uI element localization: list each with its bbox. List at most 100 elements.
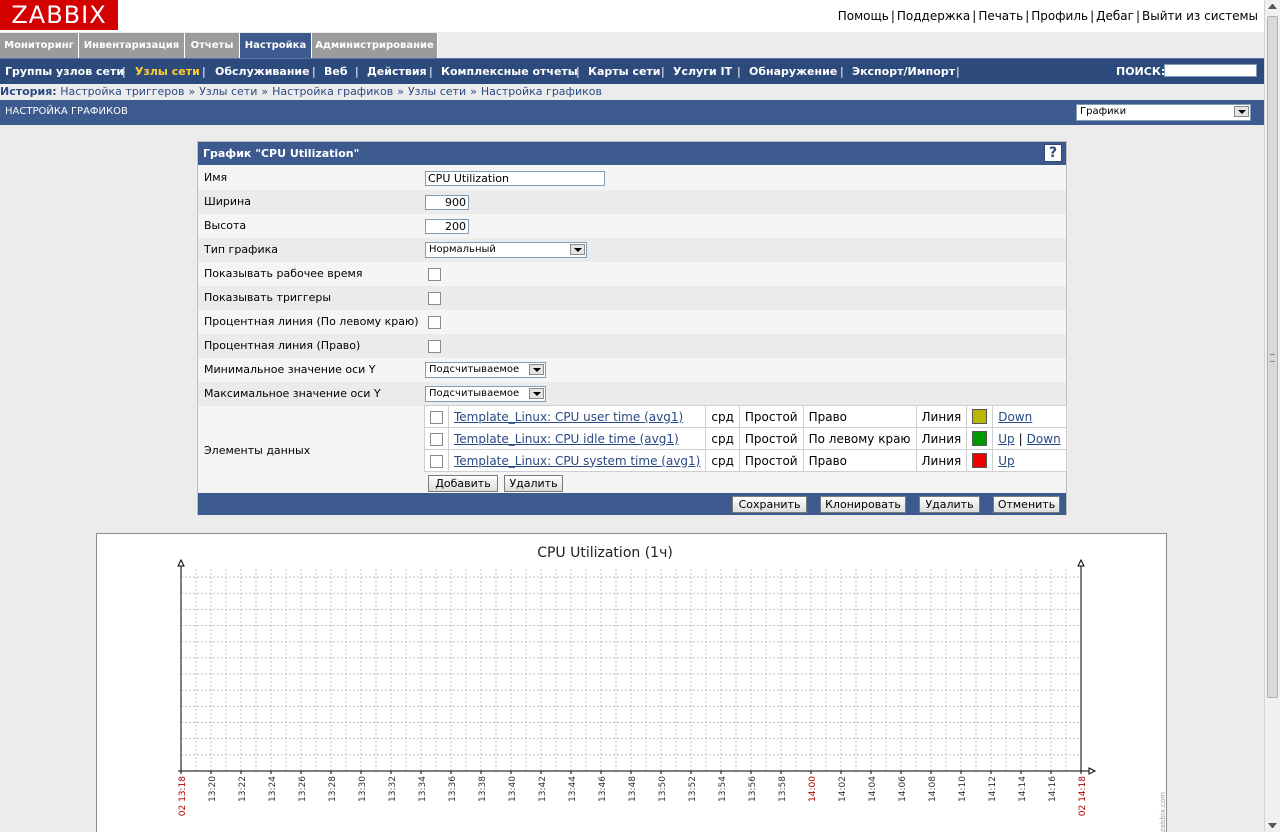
separator: »	[261, 85, 269, 98]
chevron-down-icon[interactable]	[1234, 106, 1249, 117]
move-up-link[interactable]: Up	[998, 432, 1014, 446]
height-field[interactable]: 200	[425, 219, 469, 234]
clone-button[interactable]: Клонировать	[820, 496, 906, 513]
working-time-checkbox[interactable]	[428, 268, 441, 281]
row-ymax: Максимальное значение оси Y Подсчитываем…	[198, 382, 1066, 406]
x-tick-label: 13:58	[778, 776, 788, 802]
chart-x-labels: 02 13:18 13:20 13:22 13:24 13:26 13:28 13:30 13…	[178, 776, 1088, 817]
row-ymin: Минимальное значение оси Y Подсчитываемо…	[198, 358, 1066, 382]
item-checkbox[interactable]	[430, 432, 443, 446]
submenu-actions[interactable]: Действия	[367, 65, 427, 78]
scrollbar-thumb[interactable]	[1267, 16, 1278, 698]
chevron-down-icon[interactable]	[570, 244, 585, 255]
color-swatch[interactable]	[972, 453, 988, 468]
save-button[interactable]: Сохранить	[732, 496, 807, 513]
tab-configuration[interactable]: Настройка	[240, 33, 312, 58]
item-checkbox[interactable]	[430, 454, 443, 468]
percentile-right-checkbox[interactable]	[428, 340, 441, 353]
debug-link[interactable]: Дебаг	[1096, 9, 1134, 23]
profile-link[interactable]: Профиль	[1031, 9, 1088, 23]
x-tick-label: 13:38	[478, 776, 488, 802]
color-swatch[interactable]	[972, 431, 988, 446]
move-up-link[interactable]: Up	[998, 454, 1014, 468]
form-header: График "CPU Utilization" ?	[198, 142, 1066, 165]
header: ZABBIX Помощь | Поддержка | Печать | Профиль | Д…	[0, 0, 1264, 32]
logout-link[interactable]: Выйти из системы	[1142, 9, 1258, 23]
submenu-host-groups[interactable]: Группы узлов сети	[5, 65, 124, 78]
row-name: Имя CPU Utilization	[198, 166, 1066, 190]
history-item[interactable]: Настройка триггеров	[60, 85, 184, 98]
tab-reports[interactable]: Отчеты	[185, 33, 240, 58]
tab-administration[interactable]: Администрирование	[312, 33, 438, 58]
cancel-button[interactable]: Отменить	[993, 496, 1060, 513]
submenu-discovery[interactable]: Обнаружение	[749, 65, 837, 78]
items-label: Элементы данных	[204, 444, 311, 457]
percentile-left-checkbox[interactable]	[428, 316, 441, 329]
item-link[interactable]: Template_Linux: CPU system time (avg1)	[454, 454, 700, 468]
submenu-export-import[interactable]: Экспорт/Импорт	[852, 65, 955, 78]
x-tick-label: 13:54	[718, 776, 728, 802]
x-tick-label: 13:32	[388, 776, 398, 802]
page-title: НАСТРОЙКА ГРАФИКОВ	[5, 106, 128, 117]
item-axis: Право	[802, 405, 917, 428]
submenu-web[interactable]: Веб	[324, 65, 348, 78]
separator: |	[956, 65, 960, 78]
row-percentile-right: Процентная линия (Право)	[198, 334, 1066, 358]
graph-preview: CPU Utilization (1ч) 02 13:18 13:20 13:22 1…	[96, 533, 1167, 832]
submenu-it-services[interactable]: Услуги IT	[673, 65, 732, 78]
x-tick-label: 13:56	[748, 776, 758, 802]
color-swatch[interactable]	[972, 409, 988, 424]
history-item[interactable]: Настройка графиков	[272, 85, 393, 98]
history-item[interactable]: Узлы сети	[408, 85, 466, 98]
triggers-checkbox[interactable]	[428, 292, 441, 305]
view-select[interactable]: Графики	[1076, 104, 1251, 121]
scroll-down-icon[interactable]	[1268, 823, 1277, 828]
view-select-value: Графики	[1080, 106, 1127, 117]
row-percentile-left: Процентная линия (По левому краю)	[198, 310, 1066, 334]
add-item-button[interactable]: Добавить	[428, 475, 498, 492]
zabbix-logo[interactable]: ZABBIX	[0, 0, 118, 30]
main-menu: Мониторинг Инвентаризация Отчеты Настрой…	[0, 32, 1264, 58]
page-title-bar: НАСТРОЙКА ГРАФИКОВ	[0, 100, 1264, 125]
chevron-down-icon[interactable]	[529, 388, 544, 399]
scrollbar[interactable]	[1264, 0, 1280, 832]
tab-inventory[interactable]: Инвентаризация	[79, 33, 185, 58]
ymax-value: Подсчитываемое	[429, 388, 520, 399]
graph-type-select[interactable]: Нормальный	[425, 242, 587, 258]
submenu-maps[interactable]: Карты сети	[588, 65, 661, 78]
item-link[interactable]: Template_Linux: CPU user time (avg1)	[454, 410, 683, 424]
tab-monitoring[interactable]: Мониторинг	[0, 33, 79, 58]
item-checkbox[interactable]	[430, 410, 443, 424]
separator: »	[470, 85, 477, 98]
history-item[interactable]: Узлы сети	[199, 85, 257, 98]
table-row: Template_Linux: CPU idle time (avg1) срд…	[424, 427, 1067, 450]
grip-icon	[1270, 354, 1275, 362]
item-style: Линия	[915, 427, 968, 450]
submenu-hosts[interactable]: Узлы сети	[135, 65, 200, 78]
x-tick-label: 14:00	[808, 776, 818, 802]
separator: |	[355, 65, 359, 78]
submenu-reports[interactable]: Комплексные отчеты	[441, 65, 578, 78]
width-field[interactable]: 900	[425, 195, 469, 210]
height-label: Высота	[204, 219, 247, 232]
ymax-select[interactable]: Подсчитываемое	[425, 386, 546, 402]
move-down-link[interactable]: Down	[998, 410, 1032, 424]
move-down-link[interactable]: Down	[1027, 432, 1061, 446]
name-field[interactable]: CPU Utilization	[425, 171, 605, 186]
chevron-down-icon[interactable]	[529, 364, 544, 375]
chart-title: CPU Utilization (1ч)	[537, 545, 673, 561]
support-link[interactable]: Поддержка	[897, 9, 970, 23]
graph-type-label: Тип графика	[204, 243, 278, 256]
form-footer: Сохранить Клонировать Удалить Отменить	[198, 493, 1066, 515]
delete-item-button[interactable]: Удалить	[504, 475, 563, 492]
item-link[interactable]: Template_Linux: CPU idle time (avg1)	[454, 432, 679, 446]
submenu-maintenance[interactable]: Обслуживание	[215, 65, 310, 78]
delete-button[interactable]: Удалить	[919, 496, 980, 513]
print-link[interactable]: Печать	[978, 9, 1023, 23]
help-link[interactable]: Помощь	[838, 9, 889, 23]
scroll-up-icon[interactable]	[1268, 4, 1277, 9]
help-icon[interactable]: ?	[1044, 144, 1062, 162]
search-input[interactable]	[1164, 64, 1257, 77]
ymin-select[interactable]: Подсчитываемое	[425, 362, 546, 378]
history-item[interactable]: Настройка графиков	[481, 85, 602, 98]
